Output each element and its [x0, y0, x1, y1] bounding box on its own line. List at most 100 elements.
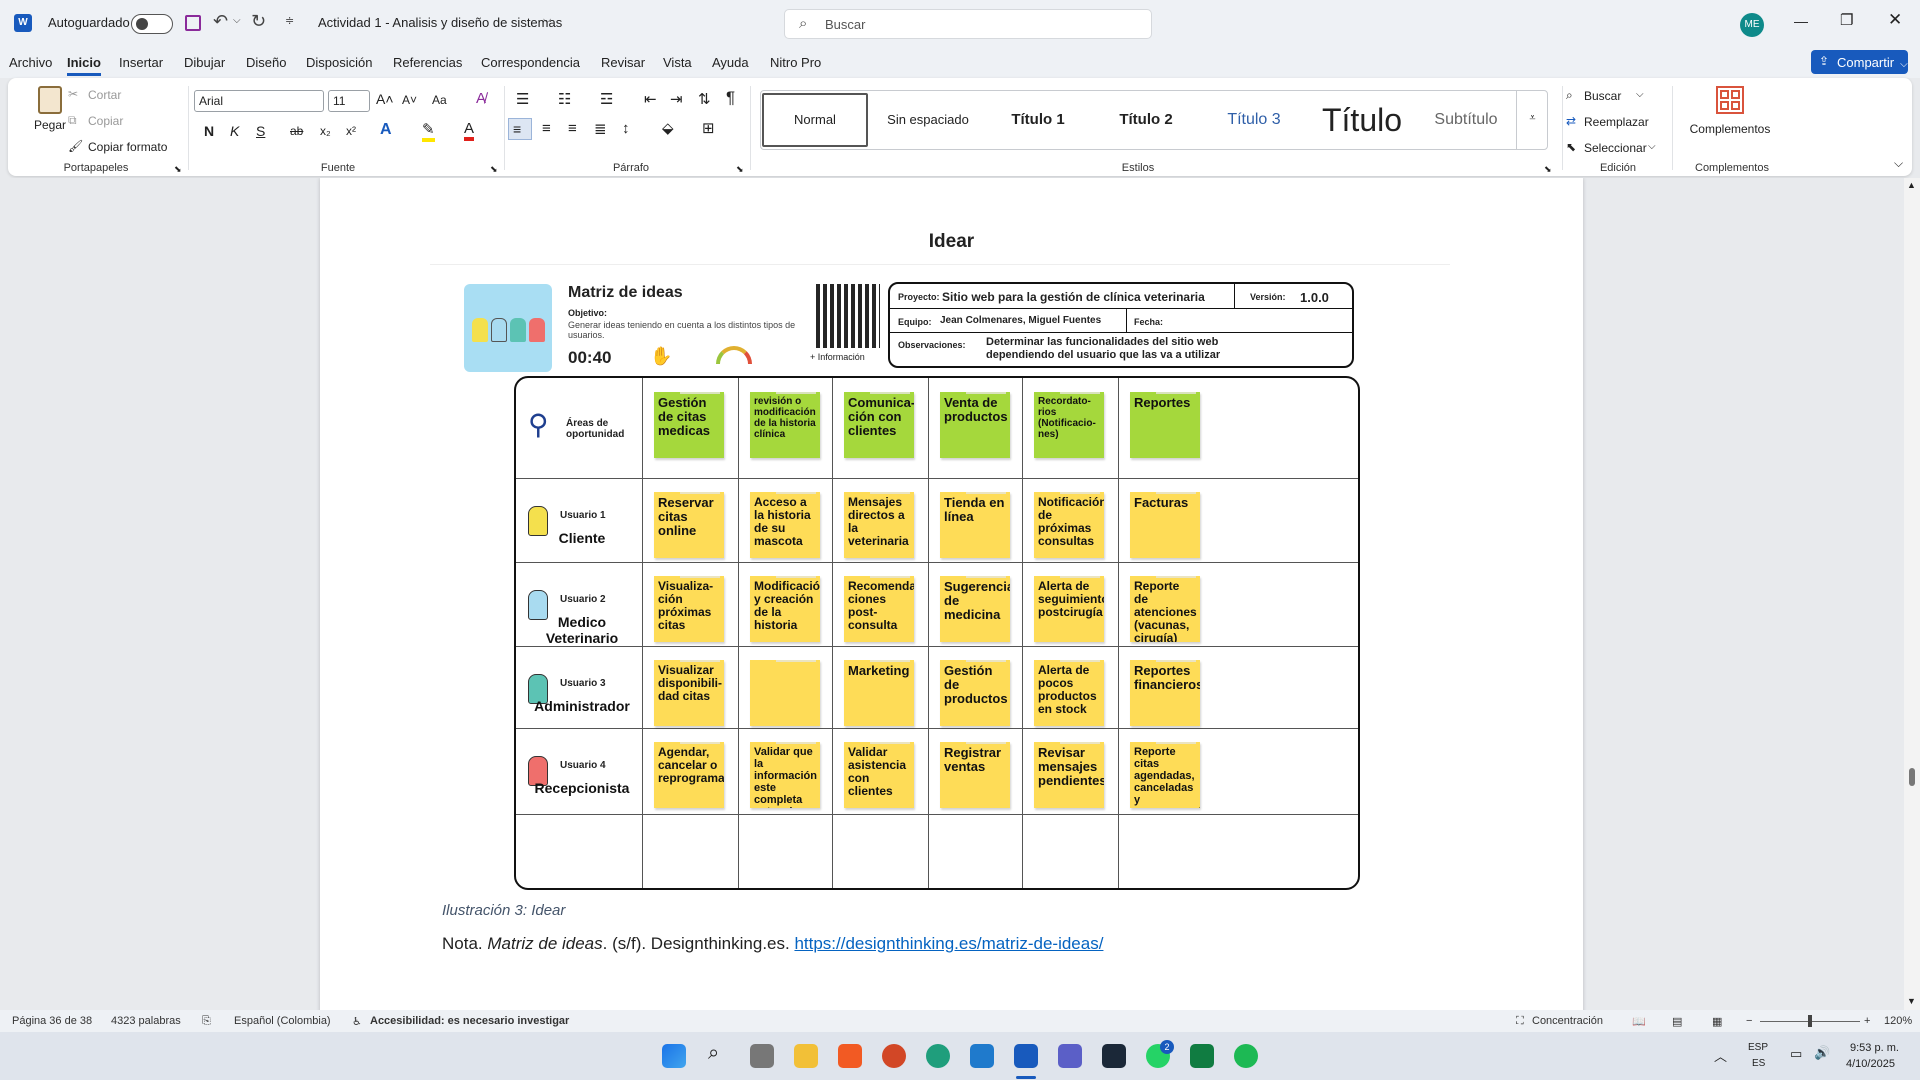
volume-icon[interactable]: 🔊 — [1814, 1045, 1830, 1061]
show-marks-icon[interactable]: ¶ — [726, 88, 735, 108]
italic-button[interactable]: K — [230, 123, 239, 139]
excel-icon[interactable] — [1190, 1044, 1214, 1068]
proofing-icon[interactable]: ⎘ — [202, 1015, 211, 1028]
font-launcher-icon[interactable]: ⬊ — [490, 164, 498, 175]
teams-icon[interactable] — [1058, 1044, 1082, 1068]
tab-dibujar[interactable]: Dibujar — [184, 55, 225, 70]
tab-disposicion[interactable]: Disposición — [306, 55, 372, 70]
shrink-font-icon[interactable]: A˅ — [402, 93, 417, 107]
multilevel-list-icon[interactable]: ☲ — [600, 90, 613, 108]
styles-launcher-icon[interactable]: ⬊ — [1544, 164, 1552, 175]
zoom-slider-thumb[interactable] — [1808, 1015, 1812, 1027]
font-size-select[interactable]: 11 — [328, 90, 370, 112]
close-button[interactable]: ✕ — [1888, 10, 1902, 30]
scroll-thumb[interactable] — [1909, 768, 1915, 786]
document-title[interactable]: Actividad 1 - Analisis y diseño de siste… — [318, 15, 562, 30]
align-center-icon[interactable]: ≡ — [542, 120, 551, 137]
avatar[interactable]: ME — [1740, 13, 1764, 37]
scroll-down-icon[interactable]: ▼ — [1907, 996, 1916, 1006]
zoom-in-icon[interactable]: + — [1864, 1015, 1870, 1027]
align-right-icon[interactable]: ≡ — [568, 120, 577, 137]
reference-link[interactable]: https://designthinking.es/matriz-de-idea… — [794, 934, 1103, 953]
sort-icon[interactable]: ⇅ — [698, 90, 711, 108]
tab-revisar[interactable]: Revisar — [601, 55, 645, 70]
windows-start-icon[interactable] — [662, 1044, 686, 1068]
tab-vista[interactable]: Vista — [663, 55, 692, 70]
font-color-icon[interactable]: A — [464, 120, 475, 141]
word-count[interactable]: 4323 palabras — [111, 1015, 181, 1027]
styles-more-button[interactable]: ⩡ — [1516, 90, 1548, 150]
style-titulo[interactable]: Título — [1308, 92, 1416, 148]
read-mode-icon[interactable]: 📖 — [1632, 1015, 1646, 1028]
clock-time[interactable]: 9:53 p. m. — [1850, 1042, 1899, 1054]
vscode-icon[interactable] — [970, 1044, 994, 1068]
shading-icon[interactable]: ⬙ — [662, 119, 674, 137]
bold-button[interactable]: N — [204, 123, 214, 139]
spotify-icon[interactable] — [1234, 1044, 1258, 1068]
tab-ayuda[interactable]: Ayuda — [712, 55, 749, 70]
style-normal[interactable]: Normal — [762, 93, 868, 147]
style-sin-espaciado[interactable]: Sin espaciado — [874, 92, 982, 148]
collapse-ribbon-icon[interactable]: ⌵ — [1894, 156, 1903, 171]
decrease-indent-icon[interactable]: ⇤ — [644, 90, 657, 108]
strikethrough-button[interactable]: ab — [290, 124, 303, 138]
lang-bottom[interactable]: ES — [1752, 1058, 1765, 1069]
tab-nitro-pro[interactable]: Nitro Pro — [770, 55, 821, 70]
autosave-toggle[interactable] — [131, 14, 173, 34]
font-name-select[interactable]: Arial — [194, 90, 324, 112]
bullets-icon[interactable]: ☰ — [516, 90, 529, 108]
borders-icon[interactable]: ⊞ — [702, 119, 715, 137]
clock-date[interactable]: 4/10/2025 — [1846, 1058, 1895, 1070]
web-layout-icon[interactable]: ▦ — [1712, 1015, 1722, 1028]
find-chevron-icon[interactable]: ⌵ — [1636, 89, 1644, 100]
search-box[interactable]: ⌕ Buscar — [784, 9, 1152, 39]
undo-icon[interactable]: ↶ — [213, 11, 228, 32]
superscript-button[interactable]: x² — [346, 124, 356, 138]
tab-inicio[interactable]: Inicio — [67, 55, 101, 76]
addins-button[interactable]: Complementos — [1678, 84, 1782, 154]
powerpoint-icon[interactable] — [882, 1044, 906, 1068]
word-taskbar-icon[interactable] — [1014, 1044, 1038, 1068]
tab-archivo[interactable]: Archivo — [9, 55, 52, 70]
justify-icon[interactable]: ≣ — [594, 120, 607, 138]
language[interactable]: Español (Colombia) — [234, 1015, 331, 1027]
line-spacing-icon[interactable]: ↕ — [622, 120, 630, 137]
print-layout-icon[interactable]: ▤ — [1672, 1015, 1682, 1028]
dialog-launcher-icon[interactable]: ⬊ — [174, 164, 182, 175]
change-case-button[interactable]: Aa — [432, 93, 447, 107]
task-view-icon[interactable] — [750, 1044, 774, 1068]
highlight-icon[interactable]: ✎ — [422, 120, 435, 142]
brave-browser-icon[interactable] — [838, 1044, 862, 1068]
zoom-level[interactable]: 120% — [1884, 1015, 1912, 1027]
paragraph-launcher-icon[interactable]: ⬊ — [736, 164, 744, 175]
accessibility-status[interactable]: Accesibilidad: es necesario investigar — [370, 1015, 569, 1027]
grow-font-icon[interactable]: A˄ — [376, 91, 394, 107]
file-explorer-icon[interactable] — [794, 1044, 818, 1068]
lang-top[interactable]: ESP — [1748, 1042, 1768, 1053]
title-chevron-icon[interactable]: ⌵ — [543, 14, 551, 27]
focus-mode[interactable]: Concentración — [1532, 1015, 1603, 1027]
tab-correspondencia[interactable]: Correspondencia — [481, 55, 580, 70]
zoom-out-icon[interactable]: − — [1746, 1015, 1752, 1027]
steam-icon[interactable] — [1102, 1044, 1126, 1068]
increase-indent-icon[interactable]: ⇥ — [670, 90, 683, 108]
clear-format-icon[interactable]: A̸ — [476, 90, 486, 107]
tray-chevron-icon[interactable]: ︿ — [1714, 1046, 1727, 1065]
tab-referencias[interactable]: Referencias — [393, 55, 462, 70]
save-icon[interactable] — [185, 15, 201, 31]
copy-button[interactable]: Copiar — [88, 114, 123, 128]
select-chevron-icon[interactable]: ⌵ — [1648, 141, 1656, 152]
style-titulo-3[interactable]: Título 3 — [1200, 92, 1308, 148]
style-titulo-2[interactable]: Título 2 — [1092, 92, 1200, 148]
tab-diseno[interactable]: Diseño — [246, 55, 286, 70]
edge-icon[interactable] — [926, 1044, 950, 1068]
customize-qat-icon[interactable]: ≑ — [285, 14, 294, 27]
tab-insertar[interactable]: Insertar — [119, 55, 163, 70]
format-painter-button[interactable]: Copiar formato — [88, 140, 167, 154]
subscript-button[interactable]: x₂ — [320, 124, 331, 138]
share-button[interactable]: ⇪ Compartir ⌵ — [1811, 50, 1908, 74]
underline-button[interactable]: S — [256, 123, 265, 139]
style-subtitulo[interactable]: Subtítulo — [1412, 92, 1520, 148]
style-titulo-1[interactable]: Título 1 — [984, 92, 1092, 148]
vertical-scrollbar[interactable]: ▲ ▼ — [1904, 178, 1920, 1010]
